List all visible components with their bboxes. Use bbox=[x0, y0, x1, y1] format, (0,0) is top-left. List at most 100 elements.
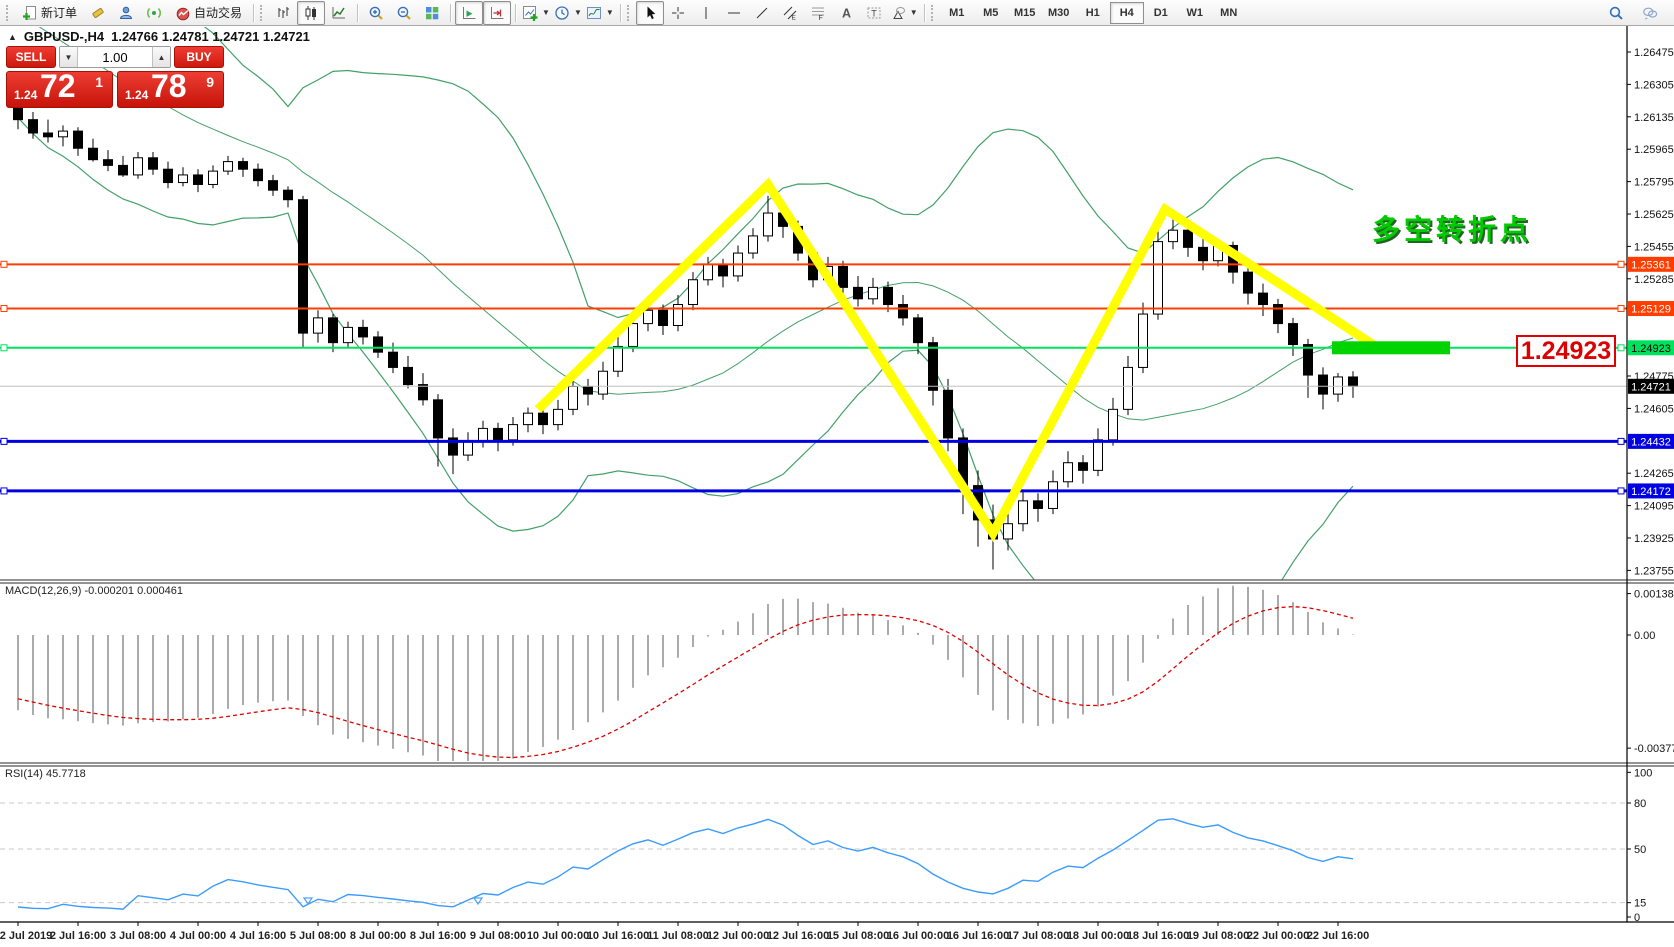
sell-button[interactable]: SELL bbox=[6, 46, 56, 68]
candle bbox=[464, 442, 473, 455]
price-callout-box[interactable]: 1.24923 bbox=[1516, 335, 1616, 367]
toolbar-button-trendline[interactable] bbox=[748, 1, 776, 25]
candle bbox=[224, 162, 233, 172]
toolbar-button-tile-windows[interactable] bbox=[418, 1, 446, 25]
candle bbox=[854, 287, 863, 298]
candle bbox=[359, 327, 368, 337]
tile-windows-icon bbox=[424, 5, 440, 21]
sell-price-prefix: 1.24 bbox=[14, 88, 37, 102]
candle bbox=[884, 287, 893, 304]
toolbar-button-text[interactable]: A bbox=[832, 1, 860, 25]
toolbar-separator bbox=[253, 4, 254, 22]
toolbar-button-bar-chart[interactable] bbox=[269, 1, 297, 25]
candle bbox=[494, 428, 503, 439]
volume-decrease-icon[interactable]: ▼ bbox=[60, 47, 78, 67]
toolbar-button-profile[interactable] bbox=[112, 1, 140, 25]
timeframe-button-MN[interactable]: MN bbox=[1212, 2, 1246, 24]
toolbar-button-indicators[interactable]: ▼ bbox=[520, 1, 552, 25]
svg-text:1.24923: 1.24923 bbox=[1631, 343, 1671, 355]
toolbar-button-text-label[interactable]: T bbox=[860, 1, 888, 25]
toolbar-button-templates[interactable]: ▼ bbox=[584, 1, 616, 25]
zoom-out-icon bbox=[396, 5, 412, 21]
pivot-annotation-text[interactable]: 多空转折点 bbox=[1372, 208, 1532, 248]
candle bbox=[539, 413, 548, 424]
svg-text:15: 15 bbox=[1634, 898, 1646, 910]
templates-icon bbox=[586, 5, 602, 21]
timeframe-button-M15[interactable]: M15 bbox=[1008, 2, 1042, 24]
svg-text:16 Jul 16:00: 16 Jul 16:00 bbox=[947, 930, 1009, 942]
timeframe-button-H4[interactable]: H4 bbox=[1110, 2, 1144, 24]
svg-text:1.25965: 1.25965 bbox=[1634, 144, 1674, 156]
candle bbox=[944, 390, 953, 438]
svg-text:1.25129: 1.25129 bbox=[1631, 304, 1671, 316]
buy-button[interactable]: BUY bbox=[174, 46, 224, 68]
timeframe-button-W1[interactable]: W1 bbox=[1178, 2, 1212, 24]
candle bbox=[104, 160, 113, 166]
toolbar-grip bbox=[260, 5, 265, 21]
candle bbox=[344, 327, 353, 342]
dropdown-arrow-icon[interactable]: ▼ bbox=[910, 8, 918, 17]
svg-text:10 Jul 16:00: 10 Jul 16:00 bbox=[587, 930, 649, 942]
volume-increase-icon[interactable]: ▲ bbox=[152, 47, 170, 67]
toolbar-button-zoom-out[interactable] bbox=[390, 1, 418, 25]
toolbar-button-search[interactable] bbox=[1602, 1, 1630, 25]
toolbar-button-signals[interactable] bbox=[140, 1, 168, 25]
timeframe-button-H1[interactable]: H1 bbox=[1076, 2, 1110, 24]
toolbar-button-new-order[interactable]: 新订单 bbox=[15, 1, 84, 25]
line-chart-icon bbox=[331, 5, 347, 21]
svg-text:12 Jul 00:00: 12 Jul 00:00 bbox=[707, 930, 769, 942]
svg-text:3 Jul 08:00: 3 Jul 08:00 bbox=[110, 930, 166, 942]
candle bbox=[1154, 242, 1163, 314]
candle bbox=[1034, 501, 1043, 509]
svg-text:0: 0 bbox=[1634, 912, 1640, 924]
toolbar-button-chart-shift[interactable] bbox=[483, 1, 511, 25]
collapse-arrow-icon[interactable]: ▲ bbox=[8, 32, 17, 42]
svg-text:19 Jul 08:00: 19 Jul 08:00 bbox=[1187, 930, 1249, 942]
toolbar-button-cursor[interactable] bbox=[636, 1, 664, 25]
candle bbox=[1079, 463, 1088, 471]
toolbar-button-auto-trading[interactable]: 自动交易 bbox=[168, 1, 249, 25]
candle bbox=[1289, 324, 1298, 345]
candle bbox=[644, 310, 653, 323]
volume-input[interactable] bbox=[78, 47, 152, 67]
candle bbox=[1244, 272, 1253, 293]
toolbar-button-candlestick-chart[interactable] bbox=[297, 1, 325, 25]
toolbar-button-zoom-in[interactable] bbox=[362, 1, 390, 25]
buy-price-box[interactable]: 1.24 78 9 bbox=[117, 71, 224, 108]
buy-price-pip: 9 bbox=[206, 74, 214, 90]
timeframe-button-M5[interactable]: M5 bbox=[974, 2, 1008, 24]
candle bbox=[599, 371, 608, 394]
candle bbox=[44, 133, 53, 137]
label-icon: T bbox=[866, 5, 882, 21]
svg-text:22 Jul 00:00: 22 Jul 00:00 bbox=[1247, 930, 1309, 942]
bid-price-label: 1.24721 bbox=[1628, 379, 1674, 394]
toolbar-button-horizontal-line[interactable] bbox=[720, 1, 748, 25]
dropdown-arrow-icon[interactable]: ▼ bbox=[574, 8, 582, 17]
svg-text:-0.003771: -0.003771 bbox=[1634, 743, 1674, 755]
toolbar-button-equidistant-channel[interactable]: E bbox=[776, 1, 804, 25]
chart-canvas[interactable]: 1.264751.263051.261351.259651.257951.256… bbox=[0, 0, 1674, 947]
sell-price-box[interactable]: 1.24 72 1 bbox=[6, 71, 113, 108]
toolbar-button-crosshair[interactable] bbox=[664, 1, 692, 25]
timeframe-button-D1[interactable]: D1 bbox=[1144, 2, 1178, 24]
candle bbox=[299, 200, 308, 333]
highlight-zone-rect[interactable] bbox=[1332, 341, 1450, 354]
svg-text:1.25285: 1.25285 bbox=[1634, 274, 1674, 286]
toolbar-button-close-order[interactable] bbox=[84, 1, 112, 25]
candle bbox=[524, 413, 533, 424]
toolbar-button-line-chart[interactable] bbox=[325, 1, 353, 25]
dropdown-arrow-icon[interactable]: ▼ bbox=[542, 8, 550, 17]
toolbar-button-vertical-line[interactable] bbox=[692, 1, 720, 25]
one-click-trading-panel: SELL ▼ ▲ BUY 1.24 72 1 1.24 78 9 bbox=[6, 46, 224, 108]
toolbar-button-chat[interactable] bbox=[1636, 1, 1664, 25]
toolbar-button-auto-scroll[interactable] bbox=[455, 1, 483, 25]
dropdown-arrow-icon[interactable]: ▼ bbox=[606, 8, 614, 17]
volume-stepper: ▼ ▲ bbox=[59, 46, 171, 68]
timeframe-button-M1[interactable]: M1 bbox=[940, 2, 974, 24]
toolbar-button-shapes[interactable]: ▼ bbox=[888, 1, 920, 25]
toolbar-button-periods[interactable]: ▼ bbox=[552, 1, 584, 25]
timeframe-button-M30[interactable]: M30 bbox=[1042, 2, 1076, 24]
candle bbox=[914, 318, 923, 343]
toolbar-button-fibonacci[interactable]: F bbox=[804, 1, 832, 25]
candle bbox=[14, 108, 23, 119]
